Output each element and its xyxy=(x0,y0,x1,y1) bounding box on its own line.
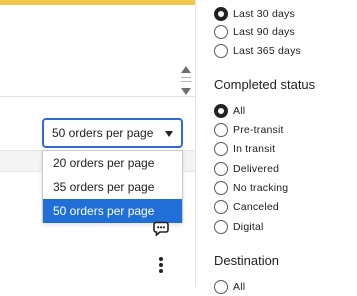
orders-per-page-dropdown: 20 orders per page 35 orders per page 50… xyxy=(42,150,183,223)
orders-per-page-value: 50 orders per page xyxy=(52,126,154,140)
completed-status-heading: Completed status xyxy=(214,77,316,92)
radio-checked-icon[interactable] xyxy=(214,7,228,21)
orders-per-page-select[interactable]: 50 orders per page xyxy=(42,118,183,148)
option-20-orders[interactable]: 20 orders per page xyxy=(43,151,182,175)
option-50-orders[interactable]: 50 orders per page xyxy=(43,199,182,223)
radio-unchecked-icon[interactable] xyxy=(214,181,228,195)
destination-heading: Destination xyxy=(214,253,280,268)
radio-label: Last 30 days xyxy=(233,8,295,20)
option-35-orders[interactable]: 35 orders per page xyxy=(43,175,182,199)
radio-label: All xyxy=(233,281,246,293)
orders-content-pane: 50 orders per page 20 orders per page 35… xyxy=(0,0,195,286)
radio-unchecked-icon[interactable] xyxy=(214,200,228,214)
caret-down-icon xyxy=(165,131,173,137)
grip-icon xyxy=(181,77,191,82)
radio-unchecked-icon[interactable] xyxy=(214,25,228,39)
radio-unchecked-icon[interactable] xyxy=(214,162,228,176)
radio-unchecked-icon[interactable] xyxy=(214,280,228,294)
filter-panel: Last 30 days Last 90 days Last 365 days … xyxy=(195,0,357,294)
radio-label: No tracking xyxy=(233,182,289,194)
radio-label: Delivered xyxy=(233,163,280,175)
radio-label: All xyxy=(233,105,246,117)
radio-label: Canceled xyxy=(233,201,279,213)
chevron-down-icon[interactable] xyxy=(181,88,191,95)
radio-label: Last 365 days xyxy=(233,45,301,57)
radio-label: Digital xyxy=(233,221,264,233)
radio-label: In transit xyxy=(233,143,276,155)
radio-unchecked-icon[interactable] xyxy=(214,123,228,137)
chat-icon[interactable] xyxy=(153,221,169,236)
radio-unchecked-icon[interactable] xyxy=(214,220,228,234)
radio-unchecked-icon[interactable] xyxy=(214,44,228,58)
divider xyxy=(0,96,195,97)
radio-label: Pre-transit xyxy=(233,124,284,136)
content-header-area xyxy=(0,5,195,96)
more-vertical-icon[interactable] xyxy=(155,257,167,273)
chevron-up-icon[interactable] xyxy=(181,66,191,73)
radio-label: Last 90 days xyxy=(233,26,295,38)
radio-unchecked-icon[interactable] xyxy=(214,142,228,156)
radio-checked-icon[interactable] xyxy=(214,104,228,118)
scroll-controls[interactable] xyxy=(180,64,192,98)
